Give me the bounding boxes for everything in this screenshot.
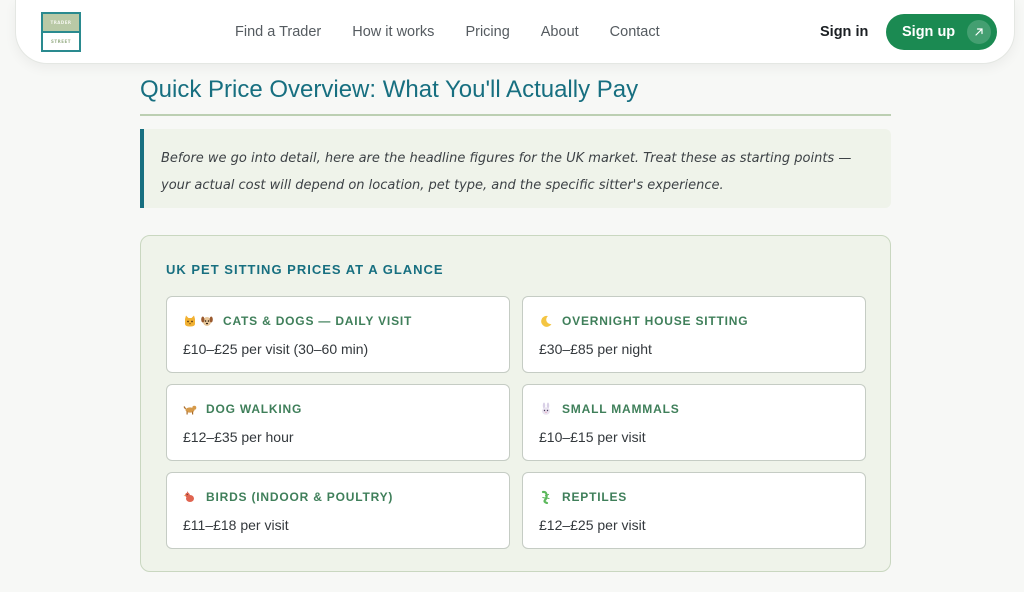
tile-value: £10–£25 per visit (30–60 min) [183, 341, 369, 357]
dog-icon [201, 316, 213, 326]
tile-label: SMALL MAMMALS [562, 402, 680, 416]
callout-line-1: Before we go into detail, here are the h… [161, 151, 852, 166]
lizard-icon [541, 490, 550, 504]
logo-bottom-text: STREET [43, 33, 79, 50]
prices-at-a-glance-card: UK PET SITTING PRICES AT A GLANCE CATS &… [140, 235, 891, 572]
heading-divider [140, 114, 891, 116]
sign-in-link[interactable]: Sign in [820, 24, 868, 40]
cat-icon [185, 315, 195, 327]
price-tile-small-mammals: SMALL MAMMALS £10–£15 per visit [522, 384, 866, 461]
sign-up-button[interactable]: Sign up [886, 14, 997, 50]
logo-top-text: TRADER [43, 14, 79, 31]
nav-link-pricing[interactable]: Pricing [465, 24, 509, 40]
tile-value: £12–£25 per visit [539, 517, 646, 533]
moon-icon [541, 315, 552, 327]
tile-label: REPTILES [562, 490, 628, 504]
nav-links: Find a Trader How it works Pricing About… [235, 0, 691, 64]
nav-link-how-it-works[interactable]: How it works [352, 24, 434, 40]
price-tile-overnight: OVERNIGHT HOUSE SITTING £30–£85 per nigh… [522, 296, 866, 373]
tile-label: DOG WALKING [206, 402, 303, 416]
callout-line-2: your actual cost will depend on location… [161, 178, 724, 193]
tile-value: £11–£18 per visit [183, 517, 289, 533]
tile-label: OVERNIGHT HOUSE SITTING [562, 314, 749, 328]
price-tile-cats-dogs: CATS & DOGS — DAILY VISIT £10–£25 per vi… [166, 296, 510, 373]
arrow-up-right-icon [967, 20, 991, 44]
top-navbar: TRADER STREET Find a Trader How it works… [15, 0, 1015, 64]
price-tile-dog-walking: DOG WALKING £12–£35 per hour [166, 384, 510, 461]
price-tile-birds: BIRDS (INDOOR & POULTRY) £11–£18 per vis… [166, 472, 510, 549]
card-title: UK PET SITTING PRICES AT A GLANCE [166, 262, 444, 277]
tile-label: BIRDS (INDOOR & POULTRY) [206, 490, 394, 504]
tile-label: CATS & DOGS — DAILY VISIT [223, 314, 413, 328]
intro-callout: Before we go into detail, here are the h… [140, 129, 891, 208]
nav-link-contact[interactable]: Contact [610, 24, 660, 40]
sign-up-label: Sign up [902, 24, 956, 40]
tile-value: £12–£35 per hour [183, 429, 294, 445]
tile-value: £10–£15 per visit [539, 429, 646, 445]
site-logo[interactable]: TRADER STREET [41, 12, 81, 52]
nav-link-find-a-trader[interactable]: Find a Trader [235, 24, 321, 40]
nav-link-about[interactable]: About [541, 24, 579, 40]
section-heading: Quick Price Overview: What You'll Actual… [140, 76, 639, 103]
tile-value: £30–£85 per night [539, 341, 652, 357]
bird-icon [183, 491, 194, 502]
dog-icon [183, 405, 197, 415]
price-tile-reptiles: REPTILES £12–£25 per visit [522, 472, 866, 549]
rabbit-icon [542, 402, 550, 415]
